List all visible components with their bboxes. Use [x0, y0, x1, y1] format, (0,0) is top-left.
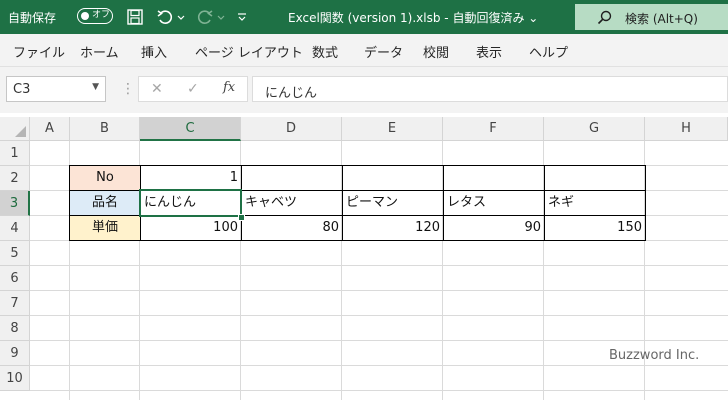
row-header-4[interactable]: 4 [0, 216, 30, 241]
gridline [30, 290, 728, 291]
tab-file[interactable]: ファイル [13, 42, 65, 61]
formula-content: にんじん [265, 86, 318, 101]
undo-dropdown-icon[interactable] [176, 8, 186, 26]
cell-d3[interactable]: キャベツ [241, 190, 343, 216]
cell-b4-header-price[interactable]: 単価 [69, 215, 141, 241]
row-header-7[interactable]: 7 [0, 291, 30, 316]
column-header-d[interactable]: D [241, 117, 342, 141]
column-header-e[interactable]: E [342, 117, 443, 141]
column-header-a[interactable]: A [30, 117, 70, 141]
name-box[interactable]: C3 ▼ [6, 76, 106, 102]
watermark: Buzzword Inc. [609, 348, 700, 363]
customize-toolbar-icon[interactable] [236, 8, 248, 26]
cell-f2[interactable] [443, 165, 545, 191]
gridline [30, 315, 728, 316]
column-header-g[interactable]: G [544, 117, 645, 141]
tab-home[interactable]: ホーム [80, 42, 119, 61]
cell-d4[interactable]: 80 [241, 215, 343, 241]
cell-b3-header-name[interactable]: 品名 [69, 190, 141, 216]
tab-data[interactable]: データ [364, 42, 403, 61]
document-title[interactable]: Excel関数 (version 1).xlsb - 自動回復済み ⌄ [288, 9, 538, 26]
cell-c4[interactable]: 100 [140, 215, 242, 241]
cell-d2[interactable] [241, 165, 343, 191]
row-header-5[interactable]: 5 [0, 241, 30, 266]
formula-bar: C3 ▼ ⋮ ✕ ✓ fx にんじん [0, 67, 728, 113]
cell-e2[interactable] [342, 165, 444, 191]
search-icon [597, 10, 612, 25]
title-bar: 自動保存 オフ Excel関数 (version 1).xlsb - 自動回復済… [0, 0, 728, 34]
cell-e4[interactable]: 120 [342, 215, 444, 241]
tab-help[interactable]: ヘルプ [529, 42, 568, 61]
search-box[interactable]: 検索 (Alt+Q) [575, 4, 728, 30]
autosave-state: オフ [92, 10, 111, 20]
row-header-8[interactable]: 8 [0, 316, 30, 341]
autosave-toggle[interactable]: オフ [77, 8, 113, 24]
select-all-button[interactable] [0, 117, 30, 141]
formula-buttons: ✕ ✓ fx [138, 76, 248, 102]
name-box-value: C3 [13, 82, 31, 97]
cell-g4[interactable]: 150 [544, 215, 646, 241]
tab-insert[interactable]: 挿入 [141, 42, 167, 61]
fill-handle[interactable] [238, 214, 245, 221]
save-icon[interactable] [126, 8, 144, 26]
tab-formulas[interactable]: 数式 [312, 42, 338, 61]
enter-icon[interactable]: ✓ [187, 81, 199, 97]
row-header-3[interactable]: 3 [0, 191, 30, 216]
cell-b2-header-no[interactable]: No [69, 165, 141, 191]
cell-e3[interactable]: ピーマン [342, 190, 444, 216]
gridline [30, 265, 728, 266]
redo-icon[interactable] [196, 8, 214, 26]
toggle-knob [81, 11, 89, 20]
row-header-10[interactable]: 10 [0, 366, 30, 391]
gridline [30, 340, 728, 341]
row-header-2[interactable]: 2 [0, 166, 30, 191]
cancel-icon[interactable]: ✕ [151, 81, 163, 97]
tab-view[interactable]: 表示 [476, 42, 502, 61]
row-header-9[interactable]: 9 [0, 341, 30, 366]
tab-page-layout[interactable]: ページ レイアウト [195, 42, 303, 61]
gridline [30, 365, 728, 366]
cell-c3-active[interactable]: にんじん [139, 189, 242, 217]
chevron-down-icon[interactable]: ▼ [92, 82, 99, 92]
undo-icon[interactable] [156, 8, 174, 26]
cell-f3[interactable]: レタス [443, 190, 545, 216]
redo-dropdown-icon[interactable] [216, 8, 226, 26]
cell-g3[interactable]: ネギ [544, 190, 646, 216]
cell-c2[interactable]: 1 [140, 165, 242, 191]
autosave-label: 自動保存 [8, 11, 57, 25]
column-header-b[interactable]: B [70, 117, 140, 141]
column-header-c[interactable]: C [140, 117, 241, 141]
column-header-h[interactable]: H [645, 117, 728, 141]
tab-review[interactable]: 校閲 [423, 42, 449, 61]
column-header-f[interactable]: F [443, 117, 544, 141]
more-options-icon[interactable]: ⋮ [121, 81, 135, 97]
row-header-6[interactable]: 6 [0, 266, 30, 291]
insert-function-icon[interactable]: fx [223, 80, 235, 95]
gridline [30, 390, 728, 391]
cell-f4[interactable]: 90 [443, 215, 545, 241]
cell-g2[interactable] [544, 165, 646, 191]
formula-input[interactable]: にんじん [252, 76, 728, 102]
row-header-1[interactable]: 1 [0, 141, 30, 166]
search-label: 検索 (Alt+Q) [625, 12, 698, 26]
ribbon-tabs: ファイル ホーム 挿入 ページ レイアウト 数式 データ 校閲 表示 ヘルプ [0, 34, 728, 67]
